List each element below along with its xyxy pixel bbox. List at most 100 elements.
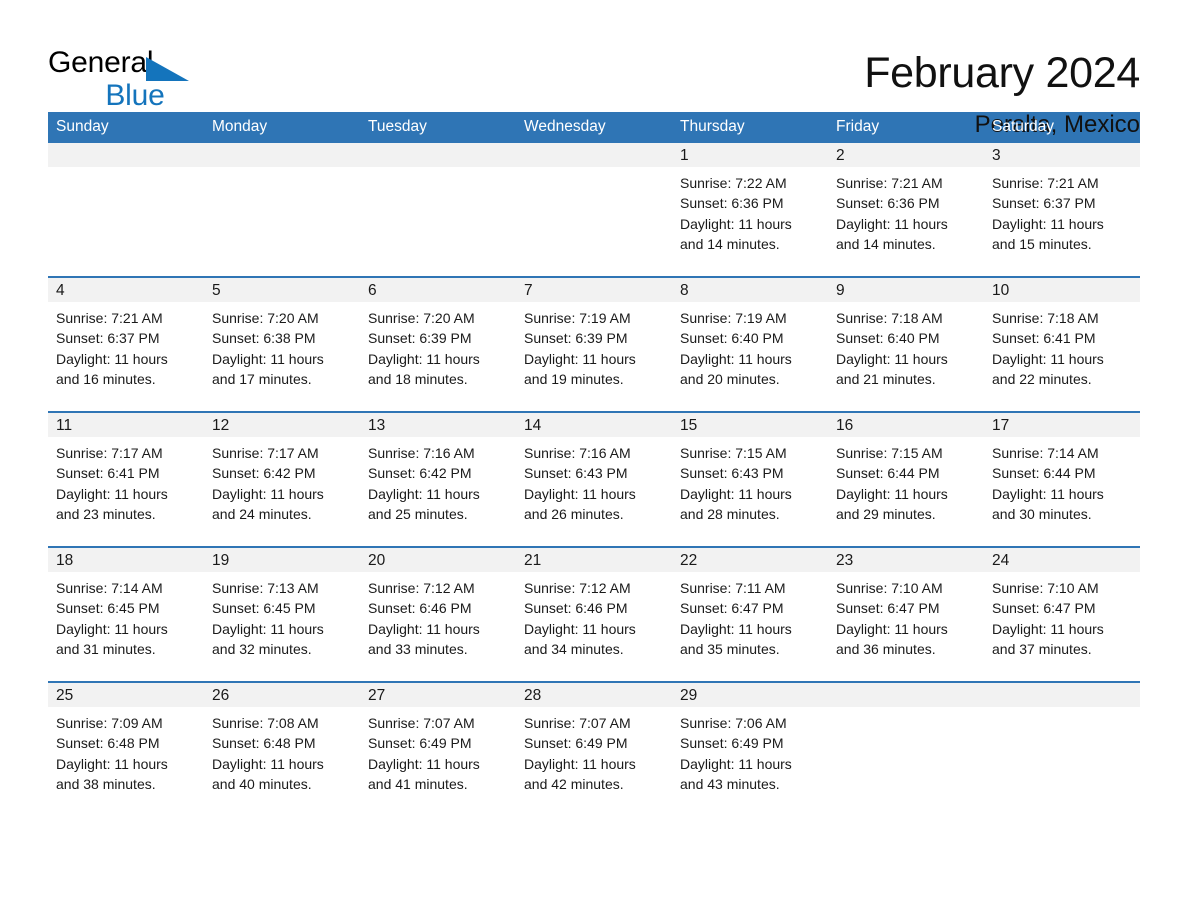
daylight-text-line1: Daylight: 11 hours [368,755,480,772]
daylight-text-line1: Daylight: 11 hours [368,350,480,367]
sunset-text: Sunset: 6:37 PM [56,330,160,347]
sunrise-text: Sunrise: 7:19 AM [680,310,787,326]
sunrise-text: Sunrise: 7:15 AM [680,445,787,461]
calendar-day-cell[interactable]: 26 Sunrise: 7:08 AM Sunset: 6:48 PM Dayligh… [204,683,360,816]
sunrise-text: Sunrise: 7:13 AM [212,580,319,596]
daylight-text-line2: and 31 minutes. [56,640,156,657]
sunrise-text: Sunrise: 7:15 AM [836,445,943,461]
calendar-day-cell[interactable]: 22 Sunrise: 7:11 AM Sunset: 6:47 PM Dayligh… [672,548,828,681]
calendar-week-row: 18 Sunrise: 7:14 AM Sunset: 6:45 PM Dayligh… [48,546,1140,682]
sunset-text: Sunset: 6:40 PM [680,330,784,347]
day-sun-info: Sunrise: 7:12 AM Sunset: 6:46 PM Daylight:… [516,572,672,659]
sunrise-text: Sunrise: 7:10 AM [992,580,1099,596]
day-sun-info: Sunrise: 7:17 AM Sunset: 6:41 PM Daylight:… [48,437,204,524]
calendar-day-cell[interactable]: 24 Sunrise: 7:10 AM Sunset: 6:47 PM Dayligh… [984,548,1140,681]
day-sun-info: Sunrise: 7:18 AM Sunset: 6:40 PM Daylight:… [828,302,984,389]
daylight-text-line2: and 25 minutes. [368,505,468,522]
day-number: 4 [48,278,204,302]
day-number: 12 [204,413,360,437]
calendar-grid: Sunday Monday Tuesday Wednesday Thursday Frid… [48,112,1140,816]
calendar-day-cell[interactable]: 14 Sunrise: 7:16 AM Sunset: 6:43 PM Dayligh… [516,413,672,546]
calendar-day-cell[interactable]: 19 Sunrise: 7:13 AM Sunset: 6:45 PM Dayligh… [204,548,360,681]
calendar-day-cell[interactable]: 25 Sunrise: 7:09 AM Sunset: 6:48 PM Dayligh… [48,683,204,816]
daylight-text-line2: and 28 minutes. [680,505,780,522]
daylight-text-line1: Daylight: 11 hours [836,485,948,502]
calendar-day-cell[interactable]: 1 Sunrise: 7:22 AM Sunset: 6:36 PM Daylight… [672,143,828,276]
calendar-day-cell[interactable]: 6 Sunrise: 7:20 AM Sunset: 6:39 PM Daylight… [360,278,516,411]
calendar-day-cell[interactable]: 20 Sunrise: 7:12 AM Sunset: 6:46 PM Dayligh… [360,548,516,681]
calendar-day-cell[interactable]: 16 Sunrise: 7:15 AM Sunset: 6:44 PM Dayligh… [828,413,984,546]
sunrise-text: Sunrise: 7:17 AM [212,445,319,461]
sunset-text: Sunset: 6:46 PM [368,600,472,617]
calendar-day-cell[interactable]: 21 Sunrise: 7:12 AM Sunset: 6:46 PM Dayligh… [516,548,672,681]
calendar-day-cell[interactable]: 11 Sunrise: 7:17 AM Sunset: 6:41 PM Dayligh… [48,413,204,546]
daylight-text-line1: Daylight: 11 hours [212,350,324,367]
daylight-text-line1: Daylight: 11 hours [836,350,948,367]
daylight-text-line1: Daylight: 11 hours [524,620,636,637]
calendar-day-cell[interactable]: 8 Sunrise: 7:19 AM Sunset: 6:40 PM Daylight… [672,278,828,411]
daylight-text-line1: Daylight: 11 hours [992,215,1104,232]
sunrise-text: Sunrise: 7:22 AM [680,175,787,191]
sunrise-text: Sunrise: 7:21 AM [56,310,163,326]
calendar-day-cell[interactable]: 17 Sunrise: 7:14 AM Sunset: 6:44 PM Dayligh… [984,413,1140,546]
sunrise-text: Sunrise: 7:18 AM [992,310,1099,326]
calendar-day-cell[interactable]: 23 Sunrise: 7:10 AM Sunset: 6:47 PM Dayligh… [828,548,984,681]
day-number: 16 [828,413,984,437]
day-sun-info: Sunrise: 7:11 AM Sunset: 6:47 PM Daylight:… [672,572,828,659]
calendar-day-cell[interactable]: 5 Sunrise: 7:20 AM Sunset: 6:38 PM Daylight… [204,278,360,411]
day-sun-info: Sunrise: 7:10 AM Sunset: 6:47 PM Daylight:… [984,572,1140,659]
daylight-text-line2: and 41 minutes. [368,775,468,792]
weekday-header-monday: Monday [204,112,360,143]
day-sun-info: Sunrise: 7:15 AM Sunset: 6:43 PM Daylight:… [672,437,828,524]
sunrise-text: Sunrise: 7:20 AM [212,310,319,326]
sunrise-text: Sunrise: 7:18 AM [836,310,943,326]
sunset-text: Sunset: 6:49 PM [368,735,472,752]
day-sun-info: Sunrise: 7:20 AM Sunset: 6:39 PM Daylight:… [360,302,516,389]
daylight-text-line2: and 18 minutes. [368,370,468,387]
calendar-day-cell[interactable]: 13 Sunrise: 7:16 AM Sunset: 6:42 PM Dayligh… [360,413,516,546]
daylight-text-line2: and 42 minutes. [524,775,624,792]
calendar-day-cell[interactable]: 7 Sunrise: 7:19 AM Sunset: 6:39 PM Daylight… [516,278,672,411]
calendar-page: General Blue February 2024 Peralta, Mexi… [0,0,1188,918]
day-number: 27 [360,683,516,707]
sunrise-text: Sunrise: 7:16 AM [368,445,475,461]
weekday-header-wednesday: Wednesday [516,112,672,143]
calendar-day-cell[interactable]: 28 Sunrise: 7:07 AM Sunset: 6:49 PM Dayligh… [516,683,672,816]
sunset-text: Sunset: 6:42 PM [368,465,472,482]
calendar-day-cell[interactable]: 27 Sunrise: 7:07 AM Sunset: 6:49 PM Dayligh… [360,683,516,816]
daylight-text-line1: Daylight: 11 hours [680,485,792,502]
calendar-day-cell[interactable]: 9 Sunrise: 7:18 AM Sunset: 6:40 PM Daylight… [828,278,984,411]
day-number [828,683,984,707]
day-number: 23 [828,548,984,572]
sunrise-text: Sunrise: 7:11 AM [680,580,786,596]
calendar-day-cell[interactable]: 18 Sunrise: 7:14 AM Sunset: 6:45 PM Dayligh… [48,548,204,681]
day-number: 8 [672,278,828,302]
calendar-day-cell[interactable]: 4 Sunrise: 7:21 AM Sunset: 6:37 PM Daylight… [48,278,204,411]
daylight-text-line1: Daylight: 11 hours [680,755,792,772]
daylight-text-line1: Daylight: 11 hours [680,215,792,232]
sunset-text: Sunset: 6:48 PM [56,735,160,752]
sunset-text: Sunset: 6:47 PM [992,600,1096,617]
logo-triangle-icon [146,57,189,81]
daylight-text-line1: Daylight: 11 hours [524,350,636,367]
day-sun-info: Sunrise: 7:18 AM Sunset: 6:41 PM Daylight:… [984,302,1140,389]
calendar-day-cell[interactable]: 29 Sunrise: 7:06 AM Sunset: 6:49 PM Dayligh… [672,683,828,816]
sunrise-text: Sunrise: 7:16 AM [524,445,631,461]
daylight-text-line2: and 23 minutes. [56,505,156,522]
calendar-day-cell[interactable]: 2 Sunrise: 7:21 AM Sunset: 6:36 PM Daylight… [828,143,984,276]
daylight-text-line2: and 14 minutes. [836,235,936,252]
calendar-day-cell[interactable]: 12 Sunrise: 7:17 AM Sunset: 6:42 PM Dayligh… [204,413,360,546]
daylight-text-line1: Daylight: 11 hours [992,620,1104,637]
day-number: 7 [516,278,672,302]
calendar-day-cell[interactable]: 3 Sunrise: 7:21 AM Sunset: 6:37 PM Daylight… [984,143,1140,276]
day-sun-info: Sunrise: 7:07 AM Sunset: 6:49 PM Daylight:… [516,707,672,794]
calendar-day-cell[interactable]: 15 Sunrise: 7:15 AM Sunset: 6:43 PM Dayligh… [672,413,828,546]
daylight-text-line1: Daylight: 11 hours [56,485,168,502]
day-sun-info: Sunrise: 7:14 AM Sunset: 6:44 PM Daylight:… [984,437,1140,524]
page-header: General Blue February 2024 Peralta, Mexi… [48,0,1140,138]
calendar-day-cell[interactable]: 10 Sunrise: 7:18 AM Sunset: 6:41 PM Dayligh… [984,278,1140,411]
daylight-text-line2: and 30 minutes. [992,505,1092,522]
sunset-text: Sunset: 6:37 PM [992,195,1096,212]
sunset-text: Sunset: 6:40 PM [836,330,940,347]
sunset-text: Sunset: 6:43 PM [680,465,784,482]
